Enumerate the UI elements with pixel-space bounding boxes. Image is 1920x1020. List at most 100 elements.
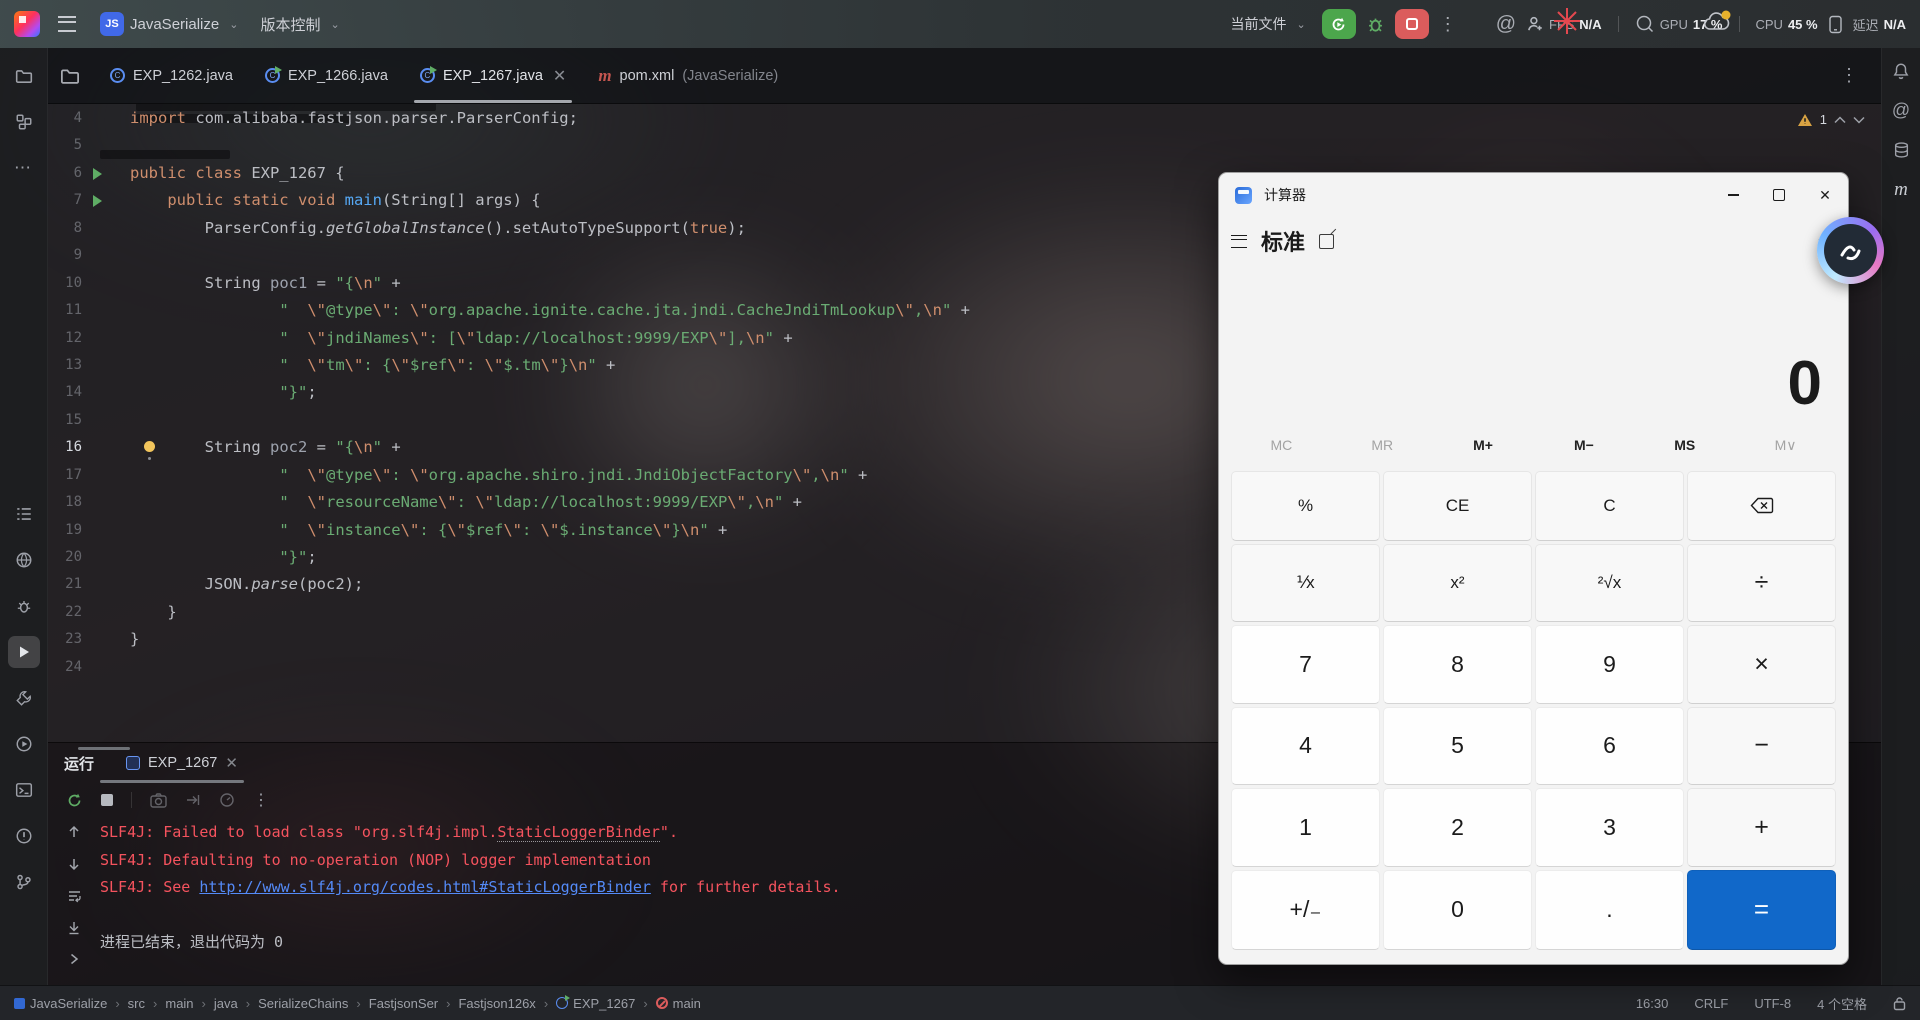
line-number[interactable]: 9 [48, 242, 82, 269]
line-number[interactable]: 11 [48, 297, 82, 324]
calc-memory-m−[interactable]: M− [1533, 437, 1634, 453]
todo-tool-icon[interactable] [8, 498, 40, 530]
line-number[interactable]: 24 [48, 654, 82, 681]
calc-key-1[interactable]: 1 [1231, 788, 1380, 867]
line-number[interactable]: 8 [48, 215, 82, 242]
line-number[interactable]: 14 [48, 379, 82, 406]
run-line-icon[interactable] [82, 160, 112, 187]
inspection-widget[interactable]: 1 [1797, 112, 1865, 127]
run-tool-icon[interactable] [7, 636, 40, 668]
calc-key-+/₋[interactable]: +/₋ [1231, 869, 1380, 950]
floating-widget-badge[interactable] [1817, 217, 1884, 284]
maximize-button[interactable] [1756, 173, 1802, 217]
structure-tool-icon[interactable] [8, 106, 40, 138]
code-line[interactable]: 4 import com.alibaba.fastjson.parser.Pars… [48, 105, 1881, 132]
profiler-button[interactable] [219, 792, 235, 808]
calc-key-8[interactable]: 8 [1383, 625, 1532, 704]
calc-key-x²[interactable]: x² [1383, 543, 1532, 622]
breadcrumb-item[interactable]: main [655, 996, 701, 1011]
project-tool-icon[interactable] [8, 60, 40, 92]
breadcrumb-item[interactable]: Fastjson126x [458, 996, 535, 1011]
calc-key-7[interactable]: 7 [1231, 625, 1380, 704]
file-encoding[interactable]: UTF-8 [1754, 996, 1791, 1011]
breadcrumb-item[interactable]: EXP_1267 [556, 995, 635, 1011]
calculator-titlebar[interactable]: 计算器 ✕ [1219, 173, 1848, 217]
line-number[interactable]: 4 [48, 105, 82, 132]
breadcrumb-item[interactable]: main [165, 996, 193, 1011]
tab-options-icon[interactable]: ⋮ [1840, 65, 1859, 86]
calc-key-×[interactable]: × [1687, 625, 1836, 704]
close-icon[interactable]: ✕ [225, 754, 238, 772]
calc-memory-ms[interactable]: MS [1634, 437, 1735, 453]
breadcrumb-item[interactable]: java [214, 996, 238, 1011]
breadcrumb-item[interactable]: src [128, 996, 145, 1011]
calc-memory-m+[interactable]: M+ [1433, 437, 1534, 453]
dump-threads-button[interactable] [185, 792, 201, 808]
select-in-project-icon[interactable] [60, 66, 80, 86]
plugins-tool-icon[interactable] [8, 590, 40, 622]
next-occurrence-icon[interactable] [67, 857, 81, 871]
debug-button[interactable] [1366, 15, 1385, 34]
breadcrumb-item[interactable]: FastjsonSer [369, 996, 438, 1011]
calc-key-backspace[interactable] [1687, 471, 1836, 541]
line-number[interactable]: 17 [48, 462, 82, 489]
swirl-icon[interactable]: @ [1496, 13, 1516, 36]
calc-key-÷[interactable]: ÷ [1687, 543, 1836, 622]
vcs-menu[interactable]: 版本控制 ⌄ [254, 10, 345, 39]
run-tab[interactable]: EXP_1267 ✕ [100, 743, 244, 783]
line-number[interactable]: 7 [48, 187, 82, 214]
line-number[interactable]: 13 [48, 352, 82, 379]
scroll-to-end-icon[interactable] [67, 921, 81, 935]
run-config-selector[interactable]: 当前文件 ⌄ [1224, 10, 1311, 38]
database-icon[interactable] [1893, 141, 1910, 159]
notifications-icon[interactable] [1892, 62, 1910, 80]
calc-key-3[interactable]: 3 [1535, 788, 1684, 867]
line-ending[interactable]: CRLF [1694, 996, 1728, 1011]
cursor-position[interactable]: 16:30 [1636, 996, 1669, 1011]
editor-tab[interactable]: C EXP_1266.java [249, 48, 404, 103]
close-button[interactable]: ✕ [1802, 173, 1848, 217]
line-number[interactable]: 19 [48, 517, 82, 544]
ai-assistant-icon[interactable]: @ [1892, 100, 1910, 121]
calc-key-6[interactable]: 6 [1535, 706, 1684, 785]
keep-on-top-icon[interactable] [1319, 233, 1335, 249]
calc-key-5[interactable]: 5 [1383, 706, 1532, 785]
line-number[interactable]: 21 [48, 571, 82, 598]
project-selector[interactable]: JS JavaSerialize ⌄ [94, 8, 244, 40]
tab-close-icon[interactable]: ✕ [553, 66, 566, 86]
line-number[interactable]: 6 [48, 160, 82, 187]
problems-tool-icon[interactable] [8, 820, 40, 852]
calc-key-=[interactable]: = [1687, 869, 1836, 950]
breadcrumb-item[interactable]: SerializeChains [258, 996, 348, 1011]
git-tool-icon[interactable] [8, 866, 40, 898]
calc-key-4[interactable]: 4 [1231, 706, 1380, 785]
build-tool-icon[interactable] [8, 682, 40, 714]
screenshot-button[interactable] [150, 792, 167, 808]
line-number[interactable]: 18 [48, 489, 82, 516]
console-link[interactable]: http://www.slf4j.org/codes.html#StaticLo… [199, 878, 651, 896]
minimize-button[interactable] [1710, 173, 1756, 217]
maven-tool-icon[interactable]: m [1894, 179, 1908, 201]
line-number[interactable]: 20 [48, 544, 82, 571]
more-tools-icon[interactable]: ⋯ [8, 152, 40, 184]
line-number[interactable]: 22 [48, 599, 82, 626]
run-button[interactable] [1321, 9, 1356, 39]
console-more-icon[interactable]: ⋮ [253, 790, 269, 810]
line-number[interactable]: 23 [48, 626, 82, 653]
terminal-tool-icon[interactable] [8, 774, 40, 806]
services-tool-icon[interactable] [8, 728, 40, 760]
calc-key-0[interactable]: 0 [1383, 869, 1532, 950]
main-menu-icon[interactable] [58, 16, 76, 32]
calc-key-2[interactable]: 2 [1383, 788, 1532, 867]
editor-tab[interactable]: C EXP_1262.java [94, 48, 249, 103]
run-line-icon[interactable] [82, 187, 112, 214]
endpoints-tool-icon[interactable] [8, 544, 40, 576]
editor-tab[interactable]: C EXP_1267.java ✕ [404, 48, 582, 103]
soft-wrap-icon[interactable] [67, 889, 82, 903]
calc-key-⅟x[interactable]: ⅟x [1231, 543, 1380, 622]
editor-tab[interactable]: m pom.xml (JavaSerialize) [582, 48, 794, 103]
stop-process-button[interactable] [101, 794, 113, 806]
more-actions-icon[interactable]: ⋮ [1439, 14, 1458, 35]
calc-key-.[interactable]: . [1535, 869, 1684, 950]
line-number[interactable]: 15 [48, 407, 82, 434]
